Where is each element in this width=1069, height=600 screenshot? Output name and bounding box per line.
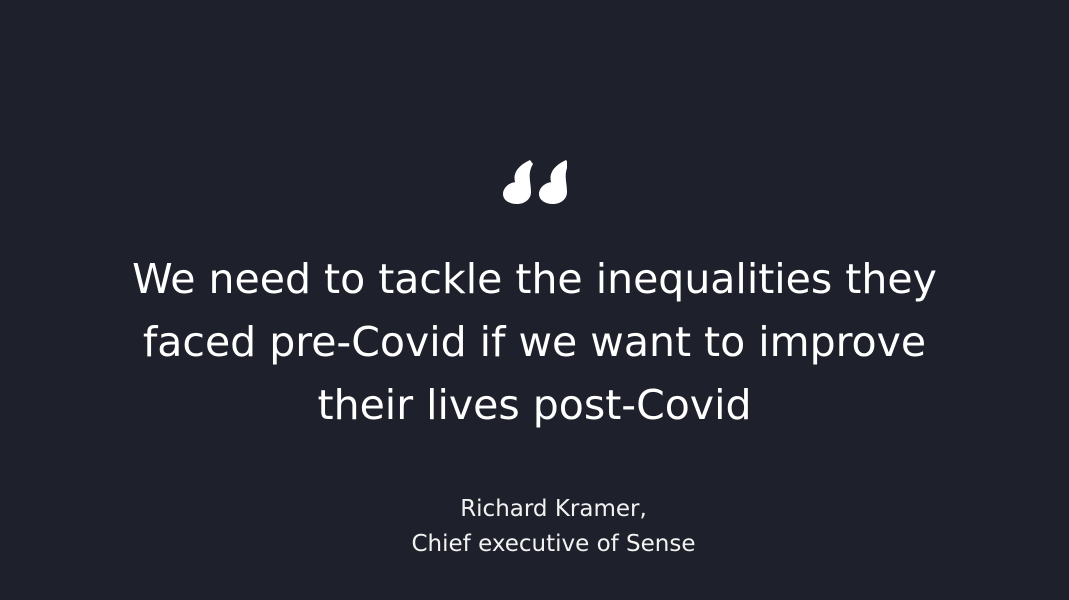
quote-line: faced pre-Covid if we want to improve [142,318,927,366]
opening-quote-icon [502,160,567,204]
attribution: Richard Kramer, Chief executive of Sense [0,492,1069,562]
quote-text: We need to tackle the inequalities they … [0,248,1069,437]
quote-line: their lives post-Covid [317,381,752,429]
quote-line: We need to tackle the inequalities they [132,255,937,303]
attribution-name: Richard Kramer, [460,496,647,522]
attribution-role: Chief executive of Sense [411,531,696,557]
quote-card: We need to tackle the inequalities they … [0,0,1069,600]
